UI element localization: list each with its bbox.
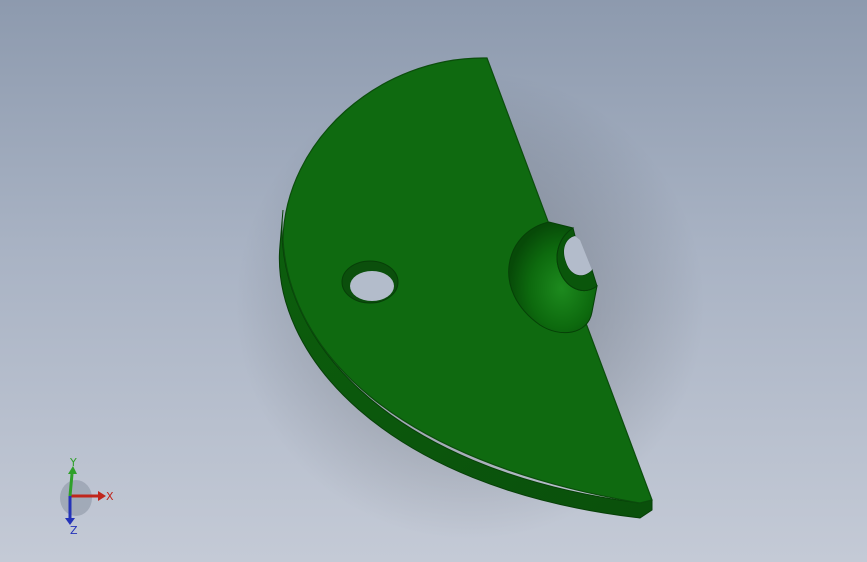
through-hole[interactable] [341, 260, 399, 304]
graphics-viewport[interactable]: X Y Z [0, 0, 867, 562]
triad-center-sphere [60, 480, 92, 516]
x-axis-label: X [106, 490, 114, 503]
y-axis-label: Y [69, 456, 77, 469]
coordinate-triad: X Y Z [60, 456, 114, 536]
z-axis-label: Z [70, 524, 78, 536]
model-view[interactable] [0, 0, 867, 562]
